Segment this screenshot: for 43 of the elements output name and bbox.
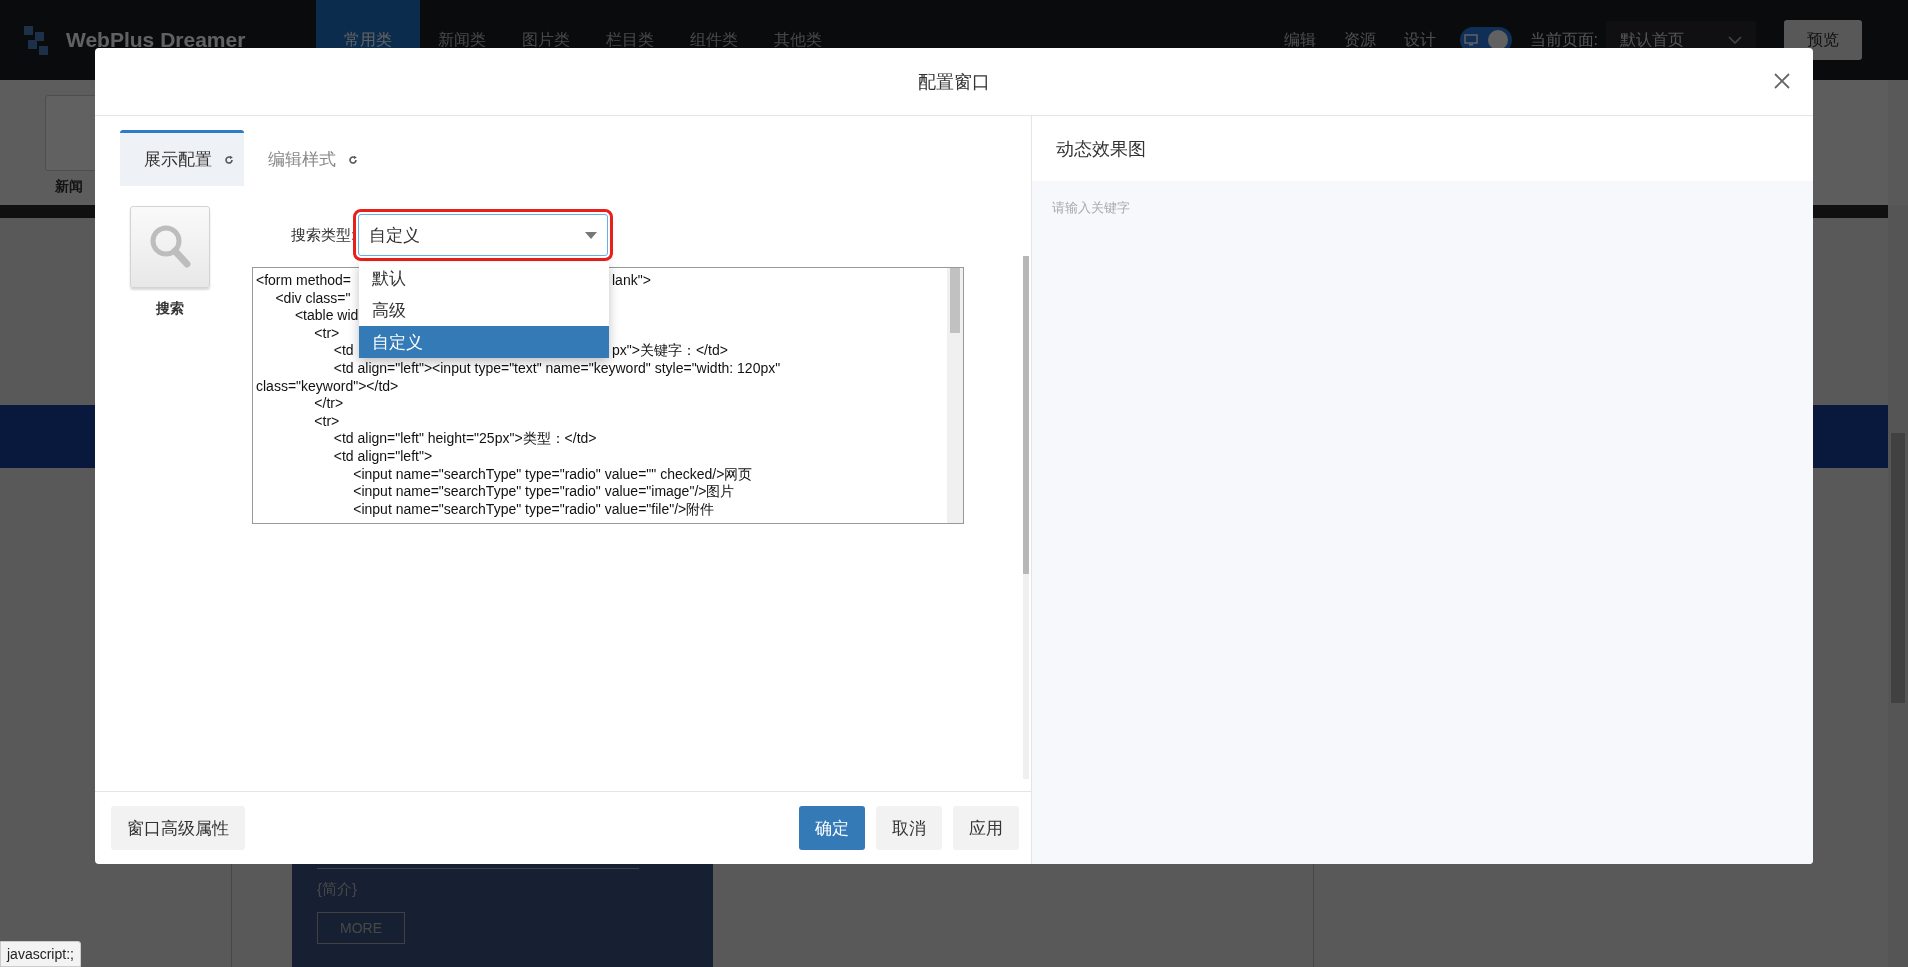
code-line: <td [332, 342, 354, 359]
code-line: <td align="left"> [332, 447, 433, 464]
dropdown-option[interactable]: 默认 [359, 262, 609, 294]
chevron-icon [1728, 35, 1742, 45]
code-line: px">关键字：</td> [612, 342, 728, 360]
widget-label: 搜索 [156, 300, 184, 318]
dialog-title: 配置窗口 [918, 70, 990, 94]
monitor-icon [1463, 34, 1478, 46]
code-line: <form method= [256, 272, 351, 288]
caret-icon [585, 231, 598, 239]
code-line: <td align="left" height="25px">类型：</td> [332, 430, 597, 447]
code-line: <tr> [313, 412, 340, 429]
cancel-button[interactable]: 取消 [876, 806, 942, 850]
dropdown-option[interactable]: 高级 [359, 294, 609, 326]
code-line: <input name="searchType" type="radio" value="file"/>附件 [352, 500, 715, 517]
refresh-icon[interactable] [224, 154, 234, 165]
code-line: <div class=" [274, 289, 351, 306]
close-icon[interactable] [1773, 72, 1791, 90]
current-page-label: 当前页面: [1529, 29, 1598, 50]
code-line: <table wid [293, 307, 359, 324]
code-line: <td align="left"><input type="text" name="keyword" style="width: 120px" [332, 359, 781, 376]
code-editor[interactable] [252, 267, 964, 524]
placeholder-text: 请输入关键字 [1052, 199, 1131, 217]
widget-label: 新闻 [55, 178, 83, 196]
dropdown-option[interactable]: 自定义 [359, 326, 609, 358]
code-line: lank"> [612, 272, 651, 290]
code-line: class="keyword"></td> [256, 377, 399, 394]
tab[interactable]: 编辑样式 [244, 130, 368, 186]
code-line: </tr> [313, 395, 344, 412]
apply-button[interactable]: 应用 [953, 806, 1019, 850]
advanced-button[interactable]: 窗口高级属性 [111, 806, 245, 850]
status-tooltip: javascript:; [0, 941, 81, 967]
scrollbar-thumb[interactable] [1023, 256, 1029, 574]
search-icon [148, 223, 192, 271]
ok-button[interactable]: 确定 [799, 806, 865, 850]
panel-title: 动态效果图 [1055, 137, 1147, 161]
refresh-icon[interactable] [348, 154, 358, 165]
code-line: <input name="searchType" type="radio" value="" checked/>网页 [352, 465, 753, 482]
code-line: <input name="searchType" type="radio" value="image"/>图片 [352, 483, 735, 500]
field-label: 搜索类型: [291, 225, 356, 245]
code-line: <tr> [313, 324, 340, 341]
tab[interactable]: 展示配置 [120, 130, 244, 186]
scrollbar-thumb[interactable] [950, 268, 960, 333]
